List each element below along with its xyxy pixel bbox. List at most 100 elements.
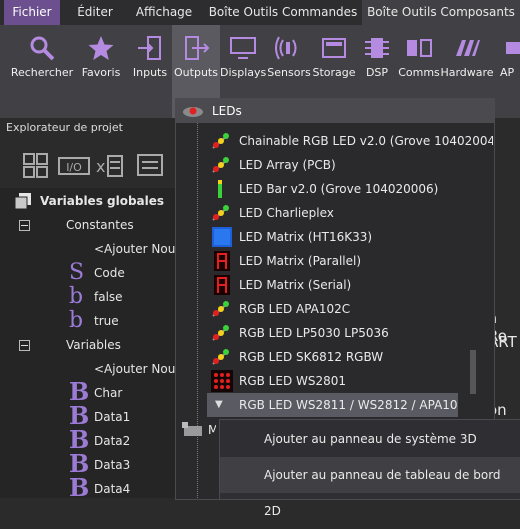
dsp-label: DSP — [365, 66, 389, 79]
svg-text:I/O: I/O — [66, 161, 82, 174]
tree-root-global-variables[interactable]: Variables globales — [0, 189, 175, 213]
star-icon — [88, 36, 114, 60]
comms-label: Comms — [398, 66, 440, 79]
storage-label: Storage — [312, 66, 356, 79]
tree-item-data4[interactable]: B Data4 — [0, 473, 175, 502]
add-to-3d-panel-item[interactable]: Ajouter au panneau de système 3D — [220, 421, 520, 457]
seven-segment-icon — [214, 251, 230, 271]
led-item-label: LED Matrix (HT16K33) — [239, 230, 373, 244]
led-item-chainable-rgb[interactable]: Chainable RGB LED v2.0 (Grove 104020048) — [176, 129, 493, 153]
collapse-icon[interactable] — [19, 220, 30, 231]
data4-label: Data4 — [94, 482, 131, 496]
add-to-2d-dashboard-item[interactable]: Ajouter au panneau de tableau de bord 2D — [220, 457, 520, 518]
context-menu: Ajouter au panneau de système 3D Ajouter… — [219, 419, 520, 518]
category-partial[interactable]: M — [176, 418, 216, 442]
menu-command-toolbox[interactable]: Boîte Outils Commandes — [208, 0, 358, 25]
menubar: Fichier Éditer Affichage Boîte Outils Co… — [0, 0, 520, 26]
led-item-label: LED Matrix (Serial) — [239, 278, 352, 292]
hardware-icon — [456, 40, 480, 56]
svg-text:x: x — [96, 157, 105, 176]
false-label: false — [94, 290, 123, 304]
grid-view-icon[interactable] — [22, 150, 50, 180]
search-label: Rechercher — [10, 66, 74, 79]
tree-root-label: Variables globales — [40, 194, 165, 208]
rgb-led-icon — [212, 205, 229, 221]
byte-type-icon: B — [69, 473, 90, 502]
tree-item-false[interactable]: b false — [0, 285, 175, 309]
list-icon[interactable] — [136, 150, 164, 180]
tree-item-add-constant[interactable]: <Ajouter Nouv — [0, 237, 182, 261]
project-explorer-title: Explorateur de projet — [0, 118, 181, 138]
favorites-button[interactable]: Favoris — [78, 25, 124, 118]
add-new-label: <Ajouter Nouv — [94, 242, 183, 256]
ap-icon — [506, 42, 520, 54]
boolean-type-icon: b — [69, 308, 84, 333]
led-item-charlieplex[interactable]: LED Charlieplex — [176, 201, 493, 225]
tree-item-true[interactable]: b true — [0, 309, 175, 333]
category-label: LEDs — [212, 104, 242, 118]
led-item-sk6812[interactable]: RGB LED SK6812 RGBW — [176, 345, 493, 369]
rgb-led-icon — [212, 349, 229, 365]
search-button[interactable]: Rechercher — [8, 25, 76, 118]
comms-icon — [407, 39, 432, 57]
category-leds[interactable]: LEDs — [176, 99, 494, 123]
inputs-icon — [138, 36, 161, 60]
led-item-led-bar[interactable]: LED Bar v2.0 (Grove 104020006) — [176, 177, 493, 201]
led-item-label: RGB LED WS2801 — [239, 374, 347, 388]
led-item-label: LED Bar v2.0 (Grove 104020006) — [239, 182, 439, 196]
project-tree: Variables globales Constantes <Ajouter N… — [0, 188, 182, 502]
tree-item-code[interactable]: S Code — [0, 261, 175, 285]
led-item-label: RGB LED LP5030 LP5036 — [239, 326, 389, 340]
led-item-matrix-serial[interactable]: LED Matrix (Serial) — [176, 273, 493, 297]
led-category-icon — [183, 107, 203, 117]
led-item-matrix-parallel[interactable]: LED Matrix (Parallel) — [176, 249, 493, 273]
collapse-icon[interactable] — [19, 340, 30, 351]
hardware-label: Hardware — [440, 66, 494, 79]
led-item-led-array[interactable]: LED Array (PCB) — [176, 153, 493, 177]
favorites-label: Favoris — [81, 66, 121, 79]
dropdown-scrollbar[interactable] — [470, 350, 476, 394]
data3-label: Data3 — [94, 458, 131, 472]
dsp-icon — [365, 38, 389, 58]
led-item-ws2811[interactable]: ▼ RGB LED WS2811 / WS2812 / APA106 — [207, 393, 458, 417]
led-item-apa102c[interactable]: RGB LED APA102C — [176, 297, 493, 321]
outputs-icon — [185, 36, 210, 60]
led-item-lp5030[interactable]: RGB LED LP5030 LP5036 — [176, 321, 493, 345]
rgb-led-icon — [212, 301, 229, 317]
char-label: Char — [94, 386, 123, 400]
variables-icon[interactable]: x — [96, 150, 124, 180]
variables-label: Variables — [66, 338, 121, 352]
led-item-label: Chainable RGB LED v2.0 (Grove 104020048) — [239, 134, 493, 148]
menu-file[interactable]: Fichier — [4, 0, 60, 25]
boolean-type-icon: b — [69, 284, 84, 309]
constants-label: Constantes — [66, 218, 134, 232]
rgb-led-icon — [212, 157, 229, 173]
led-item-label: RGB LED SK6812 RGBW — [239, 350, 384, 364]
led-item-matrix-ht16k33[interactable]: LED Matrix (HT16K33) — [176, 225, 493, 249]
menu-edit[interactable]: Éditer — [66, 0, 124, 25]
data2-label: Data2 — [94, 434, 131, 448]
data1-label: Data1 — [94, 410, 131, 424]
ap-button[interactable]: AP — [494, 25, 520, 118]
inputs-button[interactable]: Inputs — [128, 25, 172, 118]
string-type-icon: S — [69, 260, 85, 285]
tree-node-constants[interactable]: Constantes — [0, 213, 175, 237]
menu-view[interactable]: Affichage — [128, 0, 200, 25]
led-item-label: RGB LED WS2811 / WS2812 / APA106 — [239, 398, 458, 412]
chevron-down-icon: ▼ — [215, 399, 223, 410]
sensor-icon — [275, 36, 297, 60]
led-item-label: RGB LED APA102C — [239, 302, 351, 316]
tree-node-variables[interactable]: Variables — [0, 333, 175, 357]
led-item-ws2801[interactable]: RGB LED WS2801 — [176, 369, 493, 393]
led-item-label: LED Charlieplex — [239, 206, 334, 220]
rgb-led-icon — [212, 133, 229, 149]
storage-icon — [322, 38, 346, 58]
menu-component-toolbox[interactable]: Boîte Outils Composants — [362, 0, 520, 25]
led-item-label: LED Array (PCB) — [239, 158, 336, 172]
io-icon[interactable]: I/O — [58, 150, 90, 180]
led-strip-icon — [211, 370, 233, 392]
inputs-label: Inputs — [132, 66, 168, 79]
global-variables-icon — [14, 193, 31, 209]
add-new-label: <Ajouter Nouv — [94, 362, 183, 376]
motor-category-icon — [182, 422, 202, 436]
